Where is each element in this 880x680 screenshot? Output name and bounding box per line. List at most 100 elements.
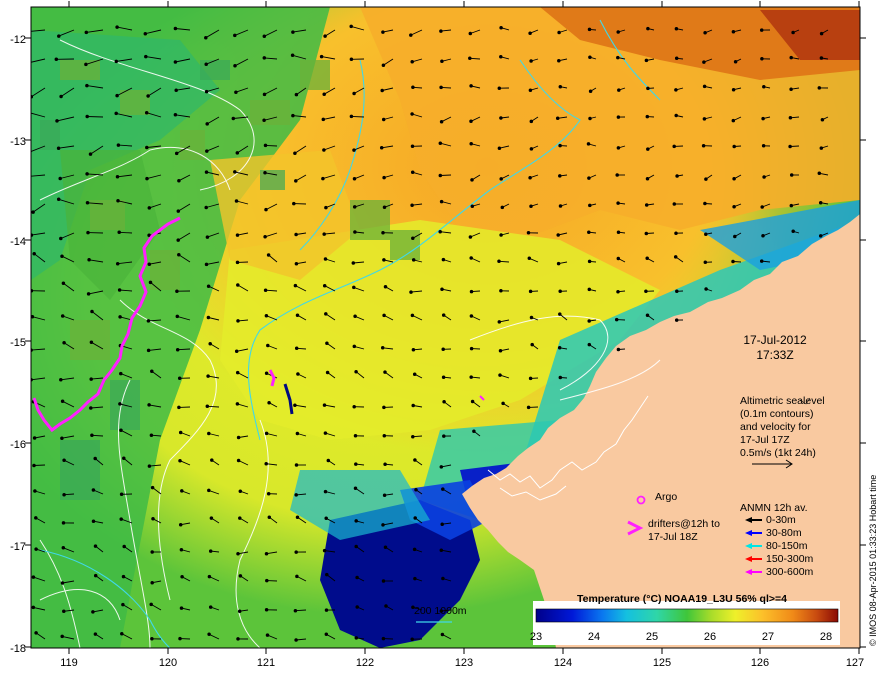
velocity-vector-head (354, 519, 358, 523)
velocity-vector-head (85, 83, 89, 88)
velocity-vector-head (114, 59, 119, 64)
velocity-vector-head (207, 431, 211, 436)
velocity-vector-head (587, 176, 591, 180)
colorbar-tick: 28 (820, 631, 832, 643)
velocity-vector-head (587, 342, 592, 347)
velocity-vector-head (411, 434, 415, 439)
velocity-vector-head (410, 60, 414, 64)
velocity-vector-head (62, 609, 66, 614)
velocity-vector-head (207, 488, 211, 493)
velocity-vector-head (54, 57, 59, 62)
lat-tick-17: -17 (10, 541, 26, 553)
velocity-vector-head (204, 205, 208, 210)
velocity-vector-head (441, 576, 445, 581)
velocity-vector-head (235, 370, 240, 375)
velocity-vector-head (233, 64, 237, 68)
velocity-vector-head (93, 632, 98, 636)
velocity-vector-head (236, 637, 240, 641)
velocity-vector-head (56, 146, 61, 150)
velocity-vector-head (319, 54, 324, 59)
velocity-vector-head (439, 199, 444, 204)
drifters-line: drifters@12h to (648, 518, 720, 530)
velocity-vector-head (267, 515, 272, 519)
velocity-vector-head (615, 173, 619, 177)
velocity-vector-head (55, 119, 59, 123)
velocity-vector-head (791, 30, 795, 35)
velocity-vector-head (85, 172, 89, 176)
credit-text: © IMOS 08-Apr-2015 01:33:23 Hobart time (868, 475, 878, 646)
velocity-vector-head (176, 209, 181, 213)
velocity-vector-head (207, 632, 211, 637)
velocity-vector-head (294, 179, 298, 183)
anmn-depth-label: 30-80m (766, 527, 802, 539)
velocity-vector-head (441, 487, 445, 491)
velocity-vector-head (32, 463, 36, 468)
velocity-vector-head (323, 489, 328, 494)
lon-tick-120: 120 (159, 657, 177, 669)
velocity-vector-head (264, 551, 269, 556)
velocity-vector-head (528, 376, 533, 381)
velocity-vector-head (322, 148, 326, 152)
colorbar-tick: 25 (646, 631, 658, 643)
velocity-vector-head (587, 27, 592, 32)
velocity-vector-head (208, 549, 213, 553)
velocity-vector-head (788, 116, 793, 120)
velocity-vector-head (85, 114, 89, 119)
velocity-vector-head (529, 59, 533, 63)
velocity-vector-head (352, 344, 357, 349)
velocity-vector-head (204, 262, 209, 267)
velocity-vector-head (173, 113, 178, 117)
velocity-vector-head (32, 436, 37, 440)
lon-tick-123: 123 (455, 657, 473, 669)
velocity-vector-head (28, 175, 31, 178)
velocity-vector-head (469, 375, 473, 379)
velocity-vector-head (381, 230, 385, 235)
velocity-vector-head (761, 234, 765, 238)
velocity-vector-head (788, 144, 792, 149)
velocity-vector-head (294, 550, 298, 554)
velocity-vector-head (267, 400, 271, 405)
colorbar-title: Temperature (°C) NOAA19_L3U 56% ql>=4 (577, 593, 787, 605)
velocity-vector-head (324, 312, 328, 316)
velocity-vector-head (499, 233, 503, 237)
velocity-vector-head (234, 90, 238, 94)
velocity-vector-head (293, 403, 297, 407)
velocity-vector-head (469, 256, 473, 260)
velocity-vector-head (819, 31, 824, 36)
velocity-vector-head (147, 403, 151, 407)
velocity-vector-head (703, 31, 707, 35)
velocity-vector-head (178, 458, 182, 463)
velocity-vector-head (381, 523, 385, 527)
velocity-vector-head (818, 234, 823, 238)
velocity-vector-head (352, 285, 356, 290)
velocity-vector-head (322, 548, 327, 553)
velocity-vector-head (88, 152, 93, 156)
velocity-vector-head (672, 202, 677, 206)
velocity-vector-head (558, 174, 562, 178)
velocity-vector-head (442, 400, 446, 404)
velocity-vector-head (587, 287, 592, 292)
velocity-vector-head (762, 175, 766, 179)
velocity-vector-head (349, 114, 354, 119)
velocity-vector-head (469, 119, 473, 124)
velocity-vector-head (321, 117, 326, 122)
velocity-vector-head (56, 197, 61, 202)
velocity-vector-head (294, 232, 298, 237)
velocity-vector-head (441, 375, 446, 379)
velocity-vector-head (231, 116, 236, 121)
velocity-vector-head (150, 485, 155, 490)
velocity-vector-head (31, 210, 35, 214)
velocity-vector-head (205, 149, 209, 153)
velocity-vector-head (91, 488, 96, 492)
velocity-vector-head (380, 346, 385, 350)
velocity-vector-head (382, 313, 386, 318)
velocity-vector-head (616, 55, 620, 60)
velocity-vector-head (118, 315, 122, 319)
velocity-vector-head (205, 404, 210, 409)
velocity-vector-head (588, 116, 592, 121)
velocity-vector-head (439, 119, 444, 124)
velocity-vector-head (264, 608, 269, 612)
velocity-vector-head (295, 574, 299, 579)
velocity-vector-head (325, 572, 329, 577)
velocity-vector-head (296, 372, 300, 376)
